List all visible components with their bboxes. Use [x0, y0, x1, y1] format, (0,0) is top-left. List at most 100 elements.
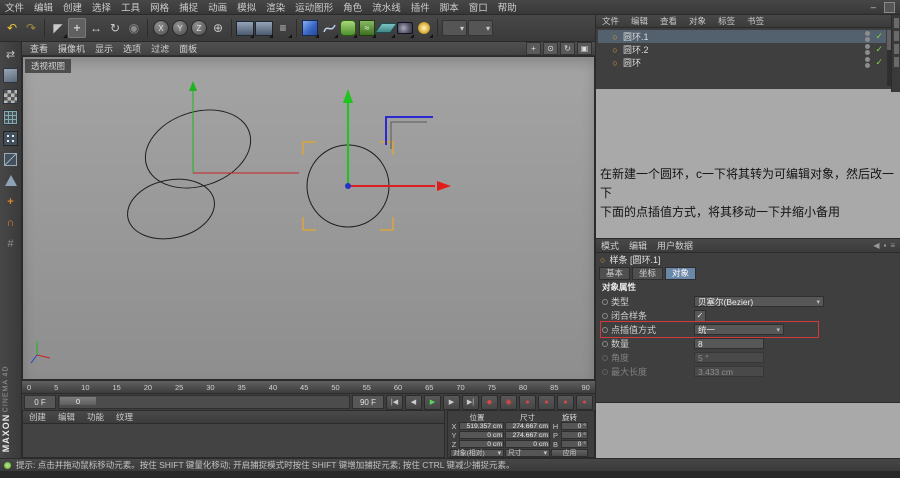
size-mode-dropdown[interactable]: 尺寸 ▾ — [505, 449, 550, 457]
viewport-menu-item[interactable]: 显示 — [90, 42, 118, 55]
object-manager-menu-item[interactable]: 编辑 — [625, 15, 654, 27]
position-y-field[interactable]: 0 cm — [459, 431, 504, 439]
edges-mode-button[interactable] — [2, 151, 20, 168]
viewport-menu-item[interactable]: 选项 — [118, 42, 146, 55]
menu-item[interactable]: 文件 — [0, 0, 29, 14]
material-menu-item[interactable]: 功能 — [81, 411, 110, 423]
pan-view-icon[interactable]: + — [526, 42, 541, 55]
rotate-view-icon[interactable]: ↻ — [560, 42, 575, 55]
gizmo-plane-handle[interactable] — [385, 116, 433, 145]
object-name[interactable]: 圆环.1 — [623, 30, 862, 43]
add-modifier-button[interactable]: ≈ — [358, 18, 376, 38]
size-z-field[interactable]: 0 cm — [505, 440, 550, 448]
live-selection-button[interactable]: ◤ — [49, 18, 67, 38]
gizmo-origin-dot[interactable] — [345, 183, 351, 189]
number-field[interactable]: 8 — [694, 338, 764, 349]
goto-end-button[interactable]: ▶| — [462, 394, 479, 410]
attr-menu-mode[interactable]: 模式 — [596, 239, 624, 252]
closed-spline-checkbox[interactable]: ✓ — [694, 309, 706, 322]
history-back-icon[interactable]: ◀ — [873, 241, 879, 250]
layout-switch-icon[interactable] — [884, 1, 895, 13]
material-menu-item[interactable]: 纹理 — [110, 411, 139, 423]
object-manager-menu-item[interactable]: 标签 — [712, 15, 741, 27]
menu-item[interactable]: 模拟 — [232, 0, 261, 14]
gizmo-x-arrowhead[interactable] — [437, 181, 451, 191]
visibility-dots[interactable] — [865, 44, 871, 55]
side-dock-tab[interactable] — [893, 44, 899, 54]
object-row[interactable]: ○ 圆环.2 ✓ — [598, 43, 886, 56]
polygons-mode-button[interactable] — [2, 172, 20, 189]
selection-bracket-top-left[interactable] — [302, 141, 316, 155]
size-x-field[interactable]: 274.667 cm — [505, 422, 550, 430]
enable-axis-button[interactable]: + — [2, 193, 20, 210]
zoom-view-icon[interactable]: ⊙ — [543, 42, 558, 55]
play-button[interactable]: ▶ — [424, 394, 441, 410]
previous-frame-button[interactable]: ◀ — [405, 394, 422, 410]
next-frame-button[interactable]: ▶ — [443, 394, 460, 410]
menu-item[interactable]: 帮助 — [493, 0, 522, 14]
add-environment-button[interactable] — [374, 18, 398, 38]
display-options-dropdown[interactable]: ▾ — [468, 20, 493, 36]
menu-item[interactable]: 角色 — [338, 0, 367, 14]
points-mode-button[interactable] — [2, 130, 20, 147]
object-manager-menu-item[interactable]: 文件 — [596, 15, 625, 27]
menu-item[interactable]: 插件 — [406, 0, 435, 14]
position-z-field[interactable]: 0 cm — [459, 440, 504, 448]
material-menu-item[interactable]: 编辑 — [52, 411, 81, 423]
lock-x-button[interactable]: X — [152, 18, 170, 38]
autokeying-button[interactable]: ◉ — [500, 394, 517, 410]
record-position-button[interactable]: ● — [519, 394, 536, 410]
object-name[interactable]: 圆环 — [623, 56, 862, 69]
selection-bracket-bottom-left[interactable] — [302, 217, 316, 231]
model-mode-button[interactable] — [2, 67, 20, 84]
gizmo-y-arrowhead[interactable] — [343, 89, 353, 103]
rotation-b-field[interactable]: 0 ° — [561, 440, 588, 448]
object-row[interactable]: ○ 圆环.1 ✓ — [598, 30, 886, 43]
angle-field[interactable]: 5 ° — [694, 352, 764, 363]
menu-item[interactable]: 选择 — [87, 0, 116, 14]
tab-object[interactable]: 对象 — [665, 267, 697, 280]
tab-basic[interactable]: 基本 — [599, 267, 631, 280]
record-keyframe-button[interactable]: ◆ — [481, 394, 498, 410]
side-dock-tab[interactable] — [893, 18, 899, 28]
add-generator-button[interactable] — [339, 18, 357, 38]
display-mode-dropdown[interactable]: ▾ — [442, 20, 467, 36]
side-dock-tab[interactable] — [893, 57, 899, 67]
workplane-mode-button[interactable] — [2, 109, 20, 126]
snap-settings-button[interactable]: ∩ — [2, 214, 20, 231]
viewport-canvas[interactable] — [23, 57, 595, 380]
last-tool-button[interactable]: ◉ — [125, 18, 143, 38]
enabled-check-icon[interactable]: ✓ — [875, 44, 883, 55]
menu-item[interactable]: 运动图形 — [290, 0, 338, 14]
material-list-area[interactable] — [23, 424, 444, 457]
render-picture-viewer-button[interactable] — [255, 18, 273, 38]
add-spline-button[interactable] — [320, 18, 338, 38]
record-scale-button[interactable]: ● — [538, 394, 555, 410]
attr-menu-userdata[interactable]: 用户数据 — [652, 239, 698, 252]
viewport-menu-item[interactable]: 面板 — [174, 42, 202, 55]
lock-y-button[interactable]: Y — [171, 18, 189, 38]
lock-z-button[interactable]: Z — [190, 18, 208, 38]
move-tool-button[interactable]: + — [68, 18, 86, 38]
coord-mode-dropdown[interactable]: 对象(相对) ▾ — [450, 449, 504, 457]
timeline-ruler[interactable]: 0 5 10 15 20 25 30 35 40 45 50 55 60 65 70 75 80 85 90 — [22, 380, 595, 393]
undo-button[interactable]: ↶ — [3, 18, 21, 38]
position-x-field[interactable]: 519.357 cm — [459, 422, 504, 430]
object-manager[interactable]: ○ 圆环.1 ✓ ○ 圆环.2 ✓ ○ 圆环 ✓ — [596, 28, 900, 90]
visibility-dots[interactable] — [865, 57, 871, 68]
rotation-h-field[interactable]: 0 ° — [561, 422, 588, 430]
render-view-button[interactable] — [236, 18, 254, 38]
menu-item[interactable]: 脚本 — [435, 0, 464, 14]
coordinate-system-button[interactable]: ⊕ — [209, 18, 227, 38]
object-name[interactable]: 圆环.2 — [623, 43, 862, 56]
side-dock-tab[interactable] — [893, 31, 899, 41]
goto-start-button[interactable]: |◀ — [386, 394, 403, 410]
timeline-slider[interactable]: 0 — [58, 395, 350, 409]
frame-start-field[interactable]: 0 F — [24, 395, 56, 409]
visibility-dots[interactable] — [865, 31, 871, 42]
render-settings-button[interactable]: ≡ — [274, 18, 292, 38]
make-editable-button[interactable]: ⇄ — [2, 46, 20, 63]
selection-bracket-bottom-right[interactable] — [380, 217, 394, 231]
menu-item[interactable]: 流水线 — [367, 0, 406, 14]
redo-button[interactable]: ↷ — [22, 18, 40, 38]
